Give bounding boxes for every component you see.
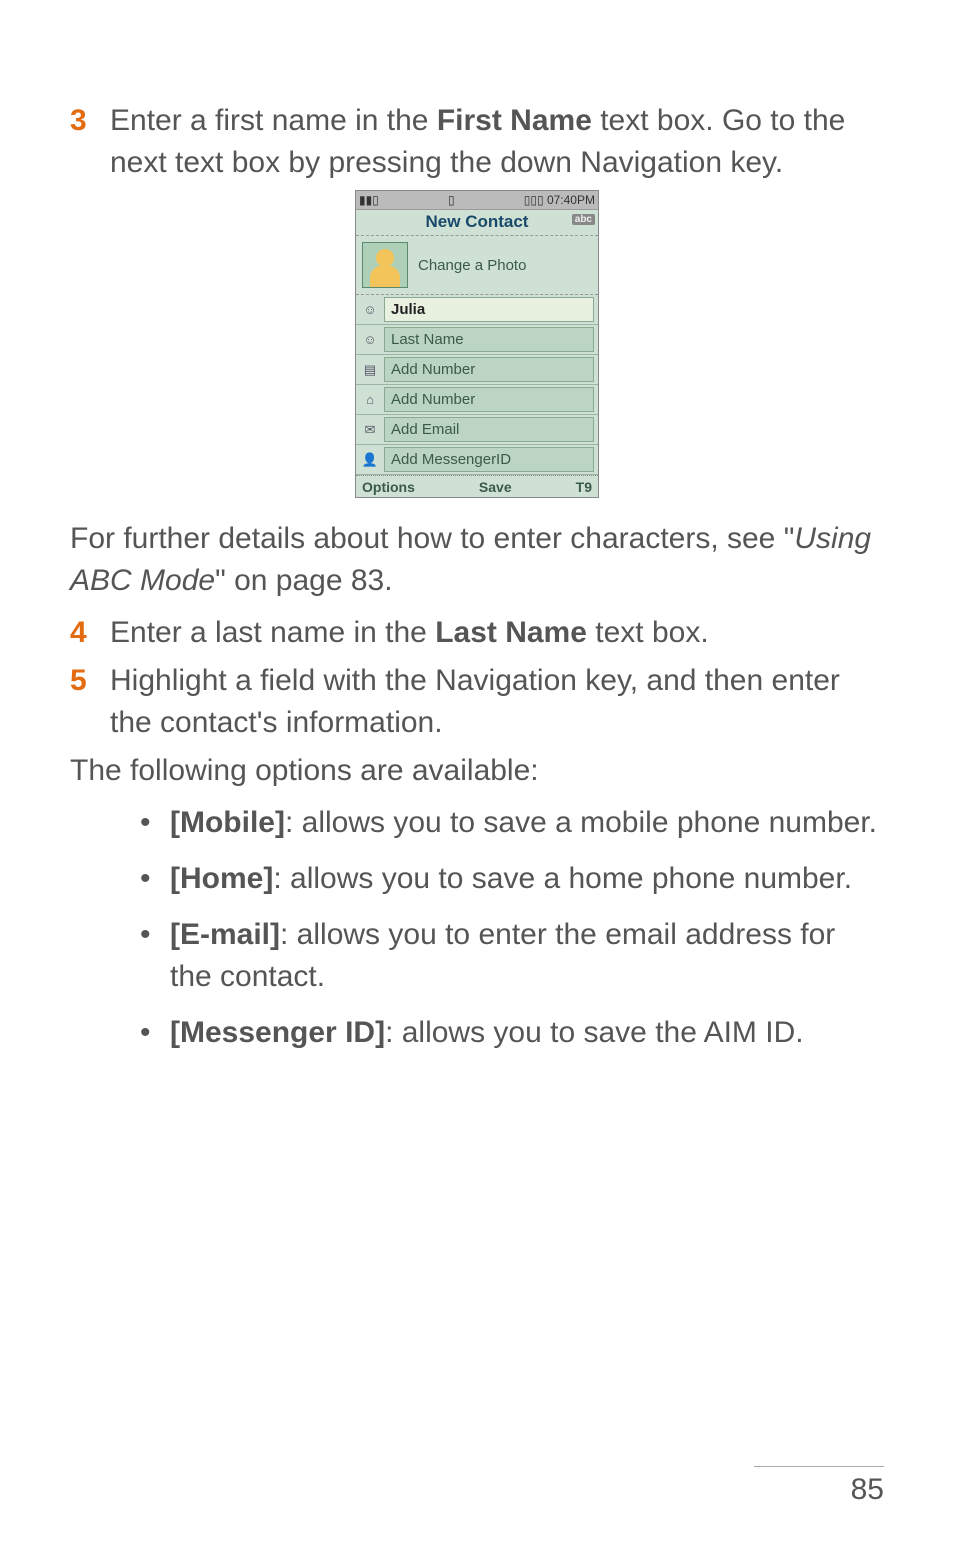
first-name-input[interactable]: Julia — [384, 297, 594, 322]
home-icon: ⌂ — [360, 392, 380, 407]
home-input[interactable]: Add Number — [384, 387, 594, 412]
step-3-text: Enter a first name in the First Name tex… — [110, 100, 884, 184]
last-name-input[interactable]: Last Name — [384, 327, 594, 352]
step-5-number: 5 — [70, 660, 110, 702]
step-3-number: 3 — [70, 100, 110, 142]
bullet-home: • [Home]: allows you to save a home phon… — [140, 858, 884, 900]
phone-status-bar: ▮▮▯ ▯ ▯▯▯ 07:40PM — [356, 191, 598, 210]
step-3-part1: Enter a first name in the — [110, 104, 437, 137]
bullet-dot: • — [140, 1012, 170, 1054]
signal-icon: ▮▮▯ — [359, 193, 379, 207]
phone-screenshot: ▮▮▯ ▯ ▯▯▯ 07:40PM New Contact abc Change… — [355, 190, 599, 498]
messenger-input[interactable]: Add MessengerID — [384, 447, 594, 472]
photo-row: Change a Photo — [356, 236, 598, 295]
mobile-input[interactable]: Add Number — [384, 357, 594, 382]
options-intro: The following options are available: — [70, 750, 884, 792]
phone-title: New Contact — [426, 212, 529, 231]
bullet-home-text: : allows you to save a home phone number… — [273, 862, 852, 895]
step-4-number: 4 — [70, 612, 110, 654]
phone-title-bar: New Contact abc — [356, 210, 598, 236]
home-row: ⌂ Add Number — [356, 385, 598, 415]
bullet-dot: • — [140, 914, 170, 998]
email-row: ✉ Add Email — [356, 415, 598, 445]
bullet-mobile: • [Mobile]: allows you to save a mobile … — [140, 802, 884, 844]
step-3-bold: First Name — [437, 104, 592, 137]
avatar-placeholder — [362, 242, 408, 288]
footer-rule — [754, 1466, 884, 1467]
page-footer: 85 — [754, 1466, 884, 1507]
bullet-dot: • — [140, 858, 170, 900]
last-name-row: ☺ Last Name — [356, 325, 598, 355]
bullet-home-label: [Home] — [170, 862, 273, 895]
bullet-mobile-label: [Mobile] — [170, 806, 285, 839]
step-4-text: Enter a last name in the Last Name text … — [110, 612, 884, 654]
bullet-messenger-text: : allows you to save the AIM ID. — [385, 1016, 804, 1049]
input-mode-badge: abc — [572, 214, 595, 225]
page: 3 Enter a first name in the First Name t… — [0, 0, 954, 1557]
details-paragraph: For further details about how to enter c… — [70, 518, 884, 602]
softkey-left[interactable]: Options — [362, 479, 415, 495]
details-p2: " on page 83. — [215, 564, 392, 597]
softkey-bar: Options Save T9 — [356, 475, 598, 497]
step-4: 4 Enter a last name in the Last Name tex… — [70, 612, 884, 654]
page-number: 85 — [754, 1473, 884, 1507]
bullet-email: • [E-mail]: allows you to enter the emai… — [140, 914, 884, 998]
bullet-dot: • — [140, 802, 170, 844]
step-5: 5 Highlight a field with the Navigation … — [70, 660, 884, 744]
email-input[interactable]: Add Email — [384, 417, 594, 442]
first-name-icon: ☺ — [360, 302, 380, 317]
softkey-right[interactable]: T9 — [576, 479, 592, 495]
bullet-messenger: • [Messenger ID]: allows you to save the… — [140, 1012, 884, 1054]
step-3: 3 Enter a first name in the First Name t… — [70, 100, 884, 184]
last-name-icon: ☺ — [360, 332, 380, 347]
messenger-row: 👤 Add MessengerID — [356, 445, 598, 475]
step-4-part2: text box. — [587, 616, 709, 649]
status-mid-icon: ▯ — [448, 193, 455, 207]
step-5-text: Highlight a field with the Navigation ke… — [110, 660, 884, 744]
email-icon: ✉ — [360, 422, 380, 438]
first-name-row: ☺ Julia — [356, 295, 598, 325]
mobile-row: ▤ Add Number — [356, 355, 598, 385]
messenger-icon: 👤 — [360, 452, 380, 468]
bullet-mobile-text: : allows you to save a mobile phone numb… — [285, 806, 877, 839]
step-4-bold: Last Name — [435, 616, 587, 649]
battery-time: ▯▯▯ 07:40PM — [524, 193, 595, 207]
bullet-email-label: [E-mail] — [170, 918, 280, 951]
step-4-part1: Enter a last name in the — [110, 616, 435, 649]
softkey-center[interactable]: Save — [479, 479, 512, 495]
change-photo-label: Change a Photo — [418, 257, 526, 274]
details-p1: For further details about how to enter c… — [70, 522, 794, 555]
bullet-email-body: [E-mail]: allows you to enter the email … — [170, 914, 884, 998]
bullet-home-body: [Home]: allows you to save a home phone … — [170, 858, 884, 900]
bullet-list: • [Mobile]: allows you to save a mobile … — [140, 802, 884, 1054]
mobile-icon: ▤ — [360, 362, 380, 378]
bullet-messenger-body: [Messenger ID]: allows you to save the A… — [170, 1012, 884, 1054]
bullet-mobile-body: [Mobile]: allows you to save a mobile ph… — [170, 802, 884, 844]
bullet-messenger-label: [Messenger ID] — [170, 1016, 385, 1049]
phone-screenshot-container: ▮▮▯ ▯ ▯▯▯ 07:40PM New Contact abc Change… — [70, 190, 884, 498]
